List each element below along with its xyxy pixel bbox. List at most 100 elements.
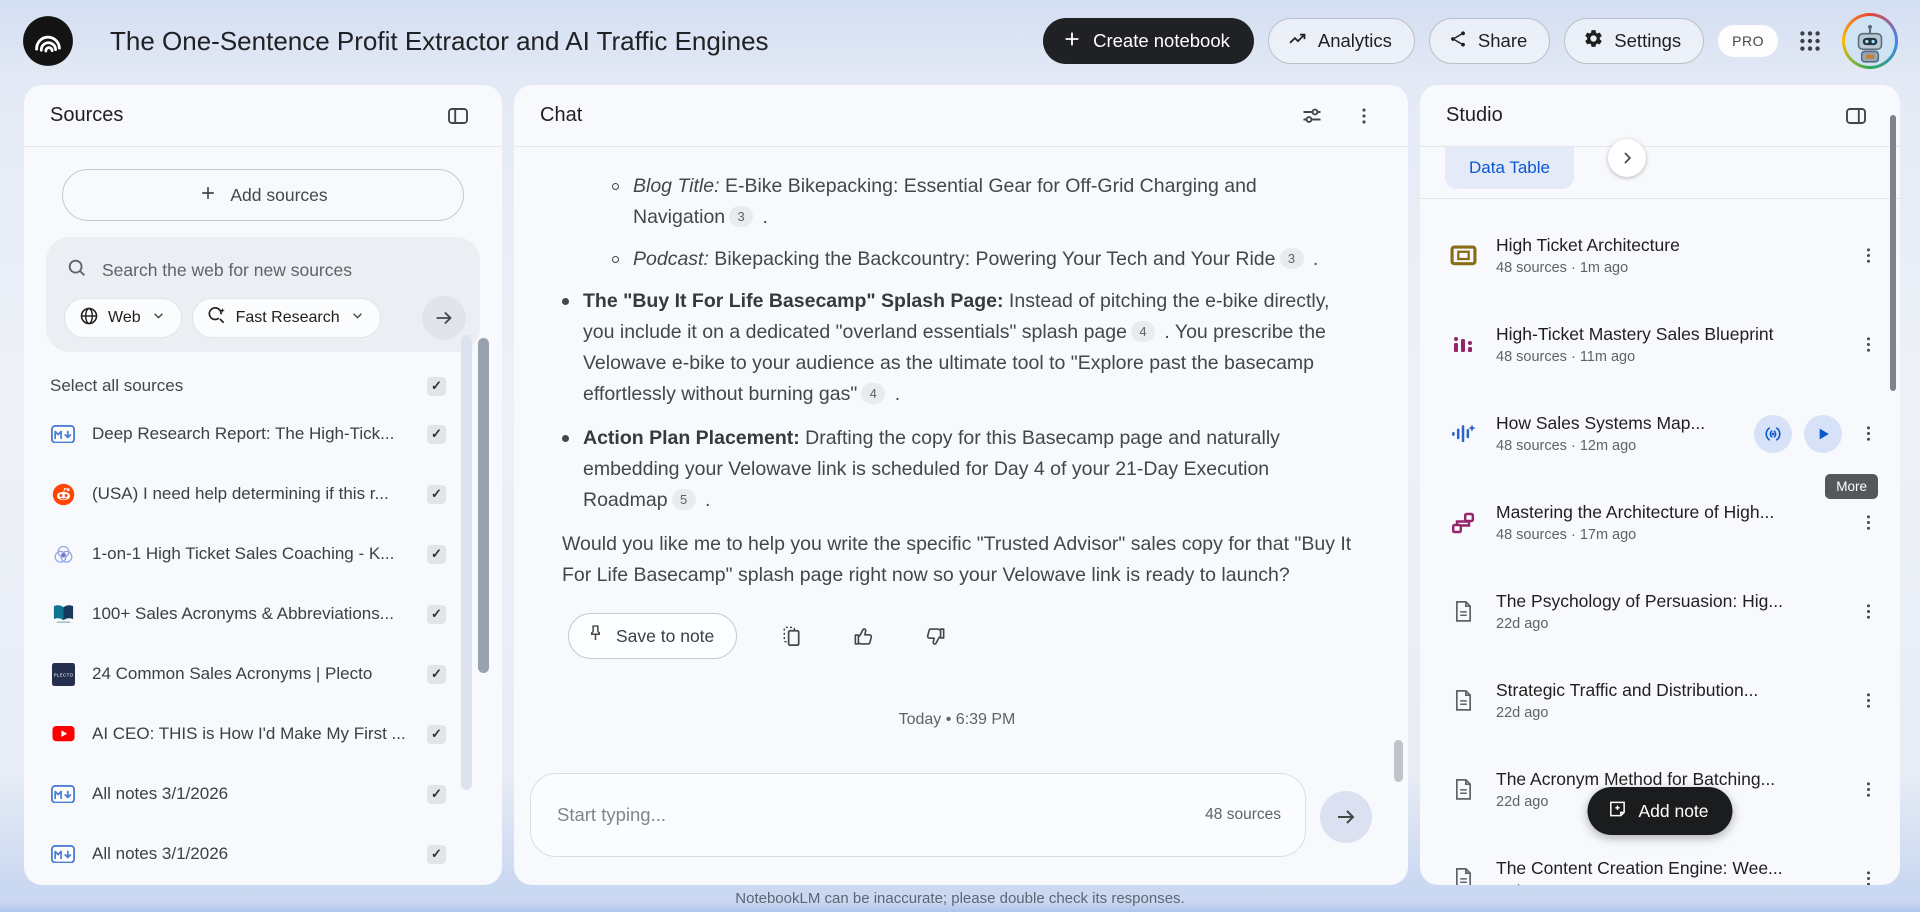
collapse-sources-panel-icon[interactable] bbox=[440, 98, 476, 134]
studio-item-actions bbox=[1754, 415, 1842, 453]
chat-more-menu-icon[interactable] bbox=[1346, 98, 1382, 134]
source-checkbox[interactable] bbox=[427, 605, 446, 624]
source-list-item[interactable]: Deep Research Report: The High-Tick... bbox=[40, 404, 486, 464]
studio-item-meta: 48 sources · 1m ago bbox=[1496, 260, 1842, 276]
save-to-note-button[interactable]: Save to note bbox=[568, 613, 737, 659]
studio-list-item[interactable]: How Sales Systems Map... 48 sources · 12… bbox=[1420, 389, 1900, 478]
source-checkbox[interactable] bbox=[427, 545, 446, 564]
thumbs-down-icon[interactable] bbox=[917, 618, 953, 654]
search-submit-button[interactable] bbox=[422, 296, 466, 340]
studio-item-more-icon[interactable] bbox=[1850, 416, 1886, 452]
create-notebook-button[interactable]: Create notebook bbox=[1043, 18, 1254, 64]
source-list-item[interactable]: AI CEO: THIS is How I'd Make My First ..… bbox=[40, 704, 486, 764]
source-list-item[interactable]: All notes 3/1/2026 bbox=[40, 764, 486, 824]
chat-settings-tune-icon[interactable] bbox=[1294, 98, 1330, 134]
search-options-row: Web Fast Research bbox=[64, 298, 464, 338]
studio-list-item[interactable]: The Content Creation Engine: Wee... 22d … bbox=[1420, 834, 1900, 885]
studio-list-item[interactable]: High Ticket Architecture 48 sources · 1m… bbox=[1420, 211, 1900, 300]
studio-item-more-icon[interactable] bbox=[1850, 505, 1886, 541]
source-title: 100+ Sales Acronyms & Abbreviations... bbox=[92, 604, 427, 624]
studio-item-more-icon[interactable] bbox=[1850, 327, 1886, 363]
source-list-item[interactable]: PLECTO 24 Common Sales Acronyms | Plecto bbox=[40, 644, 486, 704]
google-apps-grid-icon[interactable] bbox=[1792, 23, 1828, 59]
sources-scrollbar-thumb[interactable] bbox=[478, 338, 489, 673]
source-search-input[interactable]: Search the web for new sources bbox=[64, 253, 464, 298]
citation-badge[interactable]: 4 bbox=[861, 383, 885, 404]
source-checkbox[interactable] bbox=[427, 485, 446, 504]
citation-badge[interactable]: 4 bbox=[1131, 321, 1155, 342]
data-table-chip[interactable]: Data Table bbox=[1445, 147, 1574, 189]
thumbs-up-icon[interactable] bbox=[845, 618, 881, 654]
search-sparkle-icon bbox=[207, 306, 227, 331]
play-action-button[interactable] bbox=[1804, 415, 1842, 453]
chat-input-box[interactable]: Start typing... 48 sources bbox=[530, 773, 1306, 857]
plus-icon bbox=[1061, 28, 1083, 55]
main-panels: Sources Add sources Search the web for n… bbox=[24, 85, 1900, 885]
citation-badge[interactable]: 3 bbox=[1280, 248, 1304, 269]
add-sources-button[interactable]: Add sources bbox=[62, 169, 464, 221]
studio-list-item[interactable]: High-Ticket Mastery Sales Blueprint 48 s… bbox=[1420, 300, 1900, 389]
notebooklm-logo-icon[interactable] bbox=[22, 15, 74, 67]
studio-item-more-icon[interactable] bbox=[1850, 772, 1886, 808]
notebook-title[interactable]: The One-Sentence Profit Extractor and AI… bbox=[110, 26, 769, 57]
chat-sub-bullet: Blog Title: E-Bike Bikepacking: Essentia… bbox=[612, 171, 1352, 233]
add-note-button[interactable]: Add note bbox=[1587, 787, 1732, 835]
citation-badge[interactable]: 3 bbox=[729, 206, 753, 227]
studio-list-item[interactable]: Strategic Traffic and Distribution... 22… bbox=[1420, 656, 1900, 745]
source-list: Deep Research Report: The High-Tick... (… bbox=[40, 402, 486, 884]
note-add-icon bbox=[1607, 799, 1627, 824]
markdown-icon bbox=[50, 425, 76, 443]
settings-button[interactable]: Settings bbox=[1564, 18, 1704, 64]
select-all-checkbox[interactable] bbox=[427, 377, 446, 396]
studio-item-title: How Sales Systems Map... bbox=[1496, 413, 1754, 434]
share-button[interactable]: Share bbox=[1429, 18, 1550, 64]
source-title: All notes 3/1/2026 bbox=[92, 784, 427, 804]
source-checkbox[interactable] bbox=[427, 665, 446, 684]
studio-scrollbar-thumb[interactable] bbox=[1890, 115, 1896, 391]
source-list-item[interactable]: 1-on-1 High Ticket Sales Coaching - K... bbox=[40, 524, 486, 584]
source-checkbox[interactable] bbox=[427, 785, 446, 804]
source-list-item[interactable]: 100+ Sales Acronyms & Abbreviations... bbox=[40, 584, 486, 644]
analytics-button[interactable]: Analytics bbox=[1268, 18, 1415, 64]
studio-item-title: High-Ticket Mastery Sales Blueprint bbox=[1496, 324, 1842, 345]
research-mode-dropdown[interactable]: Fast Research bbox=[192, 298, 381, 338]
studio-item-meta: 22d ago bbox=[1496, 616, 1842, 632]
collapse-studio-panel-icon[interactable] bbox=[1838, 98, 1874, 134]
source-checkbox[interactable] bbox=[427, 425, 446, 444]
globe-icon bbox=[79, 306, 99, 331]
chat-scrollbar-thumb[interactable] bbox=[1394, 740, 1403, 782]
search-placeholder: Search the web for new sources bbox=[102, 260, 352, 281]
studio-item-more-icon[interactable] bbox=[1850, 683, 1886, 719]
venn-icon bbox=[50, 543, 76, 566]
chip-carousel-next-button[interactable] bbox=[1608, 139, 1646, 177]
markdown-icon bbox=[50, 785, 76, 803]
studio-item-title: Mastering the Architecture of High... bbox=[1496, 502, 1842, 523]
chat-response-actions: Save to note bbox=[568, 613, 1352, 659]
doc-icon bbox=[1448, 689, 1478, 712]
copy-icon[interactable] bbox=[773, 618, 809, 654]
web-dropdown[interactable]: Web bbox=[64, 298, 182, 338]
studio-item-meta: 48 sources · 12m ago bbox=[1496, 438, 1754, 454]
interactive-action-button[interactable] bbox=[1754, 415, 1792, 453]
source-list-item[interactable]: (USA) I need help determining if this r.… bbox=[40, 464, 486, 524]
plecto-icon: PLECTO bbox=[50, 663, 76, 686]
studio-list-item[interactable]: The Psychology of Persuasion: Hig... 22d… bbox=[1420, 567, 1900, 656]
sources-panel-header: Sources bbox=[24, 85, 502, 147]
source-checkbox[interactable] bbox=[427, 725, 446, 744]
source-list-item[interactable]: All notes 3/1/2026 bbox=[40, 824, 486, 884]
chat-panel: Chat Blog Title: E-Bike Bikepacking: Ess… bbox=[514, 85, 1408, 885]
studio-panel-title: Studio bbox=[1446, 104, 1503, 127]
select-all-sources-row: Select all sources bbox=[40, 352, 486, 402]
sources-panel: Sources Add sources Search the web for n… bbox=[24, 85, 502, 885]
citation-badge[interactable]: 5 bbox=[672, 489, 696, 510]
waveform-icon bbox=[1448, 423, 1478, 444]
studio-item-more-icon[interactable] bbox=[1850, 594, 1886, 630]
chat-send-button[interactable] bbox=[1320, 791, 1372, 843]
source-checkbox[interactable] bbox=[427, 845, 446, 864]
avatar[interactable] bbox=[1842, 13, 1898, 69]
sources-scrollbar-track[interactable] bbox=[461, 335, 472, 790]
chevron-down-icon bbox=[349, 307, 366, 329]
studio-item-more-icon[interactable] bbox=[1850, 238, 1886, 274]
studio-item-more-icon[interactable] bbox=[1850, 861, 1886, 886]
pin-icon bbox=[585, 623, 606, 649]
